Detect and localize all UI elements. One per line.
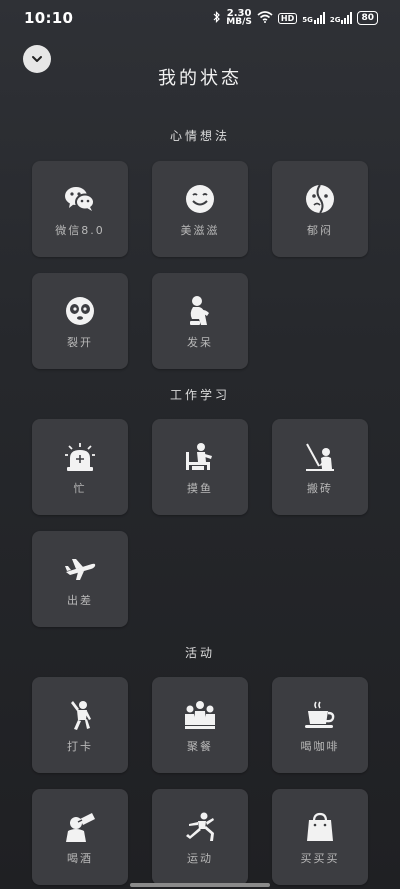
- tile-label: 发呆: [187, 336, 213, 349]
- signal-bars-icon: [313, 12, 325, 24]
- desk-person-icon: [183, 440, 217, 474]
- tile-label: 运动: [187, 852, 213, 865]
- battery-icon: 80: [357, 11, 378, 25]
- signal-bars-icon: [341, 12, 353, 24]
- status-tile-trip[interactable]: 出差: [32, 531, 128, 627]
- checkin-person-icon: [63, 698, 97, 732]
- status-tile-daze[interactable]: 发呆: [152, 273, 248, 369]
- tile-label: 聚餐: [187, 740, 213, 753]
- status-tile-busy[interactable]: 忙: [32, 419, 128, 515]
- tile-label: 忙: [73, 482, 87, 495]
- status-tile-slack[interactable]: 摸鱼: [152, 419, 248, 515]
- status-tile-checkin[interactable]: 打卡: [32, 677, 128, 773]
- status-tile-crack[interactable]: 裂开: [32, 273, 128, 369]
- worker-icon: [303, 440, 337, 474]
- section-heading-work: 工作学习: [169, 388, 230, 402]
- tile-label: 摸鱼: [187, 482, 213, 495]
- network-speed: 2.30 MB/S: [226, 9, 252, 27]
- signal-2g: 2G: [330, 12, 353, 24]
- shopping-bag-icon: [303, 810, 337, 844]
- tile-label: 喝酒: [67, 852, 93, 865]
- speed-unit: MB/S: [226, 17, 252, 27]
- running-icon: [183, 810, 217, 844]
- sitting-person-icon: [183, 294, 217, 328]
- drinking-icon: [63, 810, 97, 844]
- home-indicator[interactable]: [130, 883, 270, 887]
- activity-grid: 打卡 聚餐 喝咖啡 喝酒 运动 买买买: [32, 677, 368, 885]
- net1-label: 5G: [302, 16, 313, 24]
- status-tile-dinner[interactable]: 聚餐: [152, 677, 248, 773]
- tile-label: 美滋滋: [180, 224, 220, 237]
- depressed-icon: [303, 182, 337, 216]
- mood-grid: 微信8.0 美滋滋 郁闷 裂开 发呆: [32, 161, 368, 369]
- status-tile-wechat[interactable]: 微信8.0: [32, 161, 128, 257]
- net2-label: 2G: [329, 16, 341, 24]
- page-title: 我的状态: [158, 68, 242, 89]
- airplane-icon: [63, 552, 97, 586]
- wechat-icon: [63, 182, 97, 216]
- wifi-icon: [257, 10, 273, 26]
- tile-label: 喝咖啡: [300, 740, 340, 753]
- tile-label: 搬砖: [307, 482, 333, 495]
- status-tile-happy[interactable]: 美滋滋: [152, 161, 248, 257]
- bluetooth-icon: [213, 10, 221, 26]
- status-time: 10:10: [24, 9, 74, 27]
- panda-face-icon: [63, 294, 97, 328]
- status-tile-depressed[interactable]: 郁闷: [272, 161, 368, 257]
- section-heading-activity: 活动: [184, 646, 215, 660]
- smile-icon: [183, 182, 217, 216]
- work-grid: 忙 摸鱼 搬砖 出差: [32, 419, 368, 627]
- hd-badge: HD: [277, 12, 298, 24]
- tile-label: 微信8.0: [55, 224, 105, 237]
- status-icons: 2.30 MB/S HD 5G 2G 80: [213, 9, 378, 27]
- status-tile-drink[interactable]: 喝酒: [32, 789, 128, 885]
- signal-5g: 5G: [302, 12, 325, 24]
- coffee-cup-icon: [303, 698, 337, 732]
- status-tile-labor[interactable]: 搬砖: [272, 419, 368, 515]
- tile-label: 打卡: [67, 740, 93, 753]
- status-bar: 10:10 2.30 MB/S HD 5G 2G 80: [0, 0, 400, 36]
- status-tile-sport[interactable]: 运动: [152, 789, 248, 885]
- tile-label: 裂开: [67, 336, 93, 349]
- section-heading-mood: 心情想法: [169, 129, 230, 143]
- group-people-icon: [183, 698, 217, 732]
- siren-icon: [63, 440, 97, 474]
- tile-label: 出差: [67, 594, 93, 607]
- tile-label: 买买买: [300, 852, 340, 865]
- status-tile-shopping[interactable]: 买买买: [272, 789, 368, 885]
- status-tile-coffee[interactable]: 喝咖啡: [272, 677, 368, 773]
- tile-label: 郁闷: [307, 224, 333, 237]
